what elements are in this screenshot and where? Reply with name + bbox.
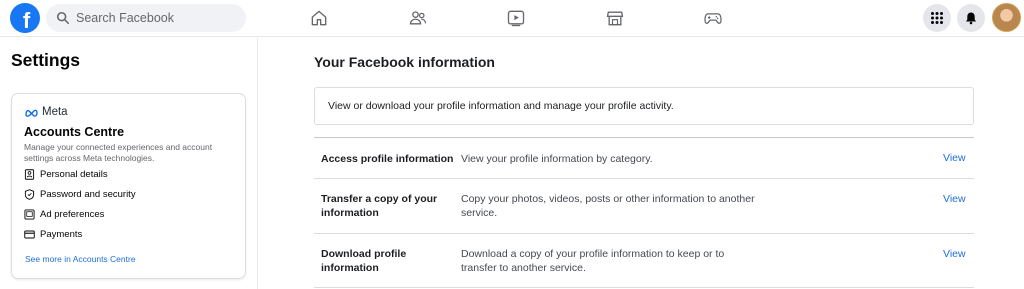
divider bbox=[314, 178, 974, 179]
accounts-centre-description: Manage your connected experiences and ac… bbox=[24, 142, 213, 163]
friends-icon[interactable] bbox=[406, 6, 430, 30]
divider bbox=[314, 233, 974, 234]
accounts-centre-title: Accounts Centre bbox=[24, 125, 125, 139]
row-description: Copy your photos, videos, posts or other… bbox=[461, 193, 755, 219]
facebook-logo[interactable]: f bbox=[10, 3, 40, 33]
intro-text: View or download your profile informatio… bbox=[328, 100, 674, 112]
ac-item-label: Personal details bbox=[40, 169, 108, 180]
ac-item-password-security[interactable]: Password and security bbox=[24, 189, 136, 200]
view-link[interactable]: View bbox=[943, 248, 966, 260]
view-link[interactable]: View bbox=[943, 193, 966, 205]
gaming-icon[interactable] bbox=[701, 6, 725, 30]
row-label: Transfer a copy of your information bbox=[321, 193, 438, 219]
facebook-logo-letter: f bbox=[22, 8, 31, 33]
intro-box: View or download your profile informatio… bbox=[314, 87, 974, 125]
meta-brand: Meta bbox=[24, 106, 68, 118]
ac-item-personal-details[interactable]: Personal details bbox=[24, 169, 108, 180]
page-title: Your Facebook information bbox=[314, 54, 495, 70]
ac-item-ad-preferences[interactable]: Ad preferences bbox=[24, 209, 104, 220]
ad-icon bbox=[24, 209, 35, 220]
row-label: Access profile information bbox=[321, 153, 454, 165]
ac-item-label: Password and security bbox=[40, 189, 136, 200]
search-icon bbox=[56, 11, 70, 25]
id-card-icon bbox=[24, 169, 35, 180]
accounts-centre-card[interactable]: Meta Accounts Centre Manage your connect… bbox=[11, 93, 246, 279]
divider bbox=[314, 137, 974, 138]
search-box[interactable] bbox=[46, 4, 246, 32]
ac-item-label: Ad preferences bbox=[40, 209, 105, 220]
menu-grid-icon[interactable] bbox=[923, 4, 951, 32]
see-more-accounts-centre-link[interactable]: See more in Accounts Centre bbox=[25, 254, 136, 264]
notifications-icon[interactable] bbox=[957, 4, 985, 32]
shield-icon bbox=[24, 189, 35, 200]
watch-icon[interactable] bbox=[504, 6, 528, 30]
row-description: Download a copy of your profile informat… bbox=[461, 248, 725, 274]
meta-logo-icon bbox=[25, 109, 38, 117]
row-description: View your profile information by categor… bbox=[461, 153, 653, 165]
marketplace-icon[interactable] bbox=[603, 6, 627, 30]
view-link[interactable]: View bbox=[943, 152, 966, 164]
meta-brand-label: Meta bbox=[42, 106, 68, 118]
ac-item-label: Payments bbox=[40, 229, 83, 240]
profile-avatar[interactable] bbox=[992, 3, 1021, 32]
credit-card-icon bbox=[24, 230, 35, 239]
top-navigation-bar: f bbox=[0, 0, 1024, 37]
settings-title: Settings bbox=[11, 50, 81, 70]
search-input[interactable] bbox=[76, 11, 236, 25]
settings-sidebar: Settings Meta Accounts Centre Manage you… bbox=[0, 38, 258, 289]
main-content: Your Facebook information View or downlo… bbox=[259, 38, 1024, 289]
row-label: Download profile information bbox=[321, 248, 407, 274]
ac-item-payments[interactable]: Payments bbox=[24, 229, 82, 240]
home-icon[interactable] bbox=[307, 6, 331, 30]
divider bbox=[314, 287, 974, 288]
